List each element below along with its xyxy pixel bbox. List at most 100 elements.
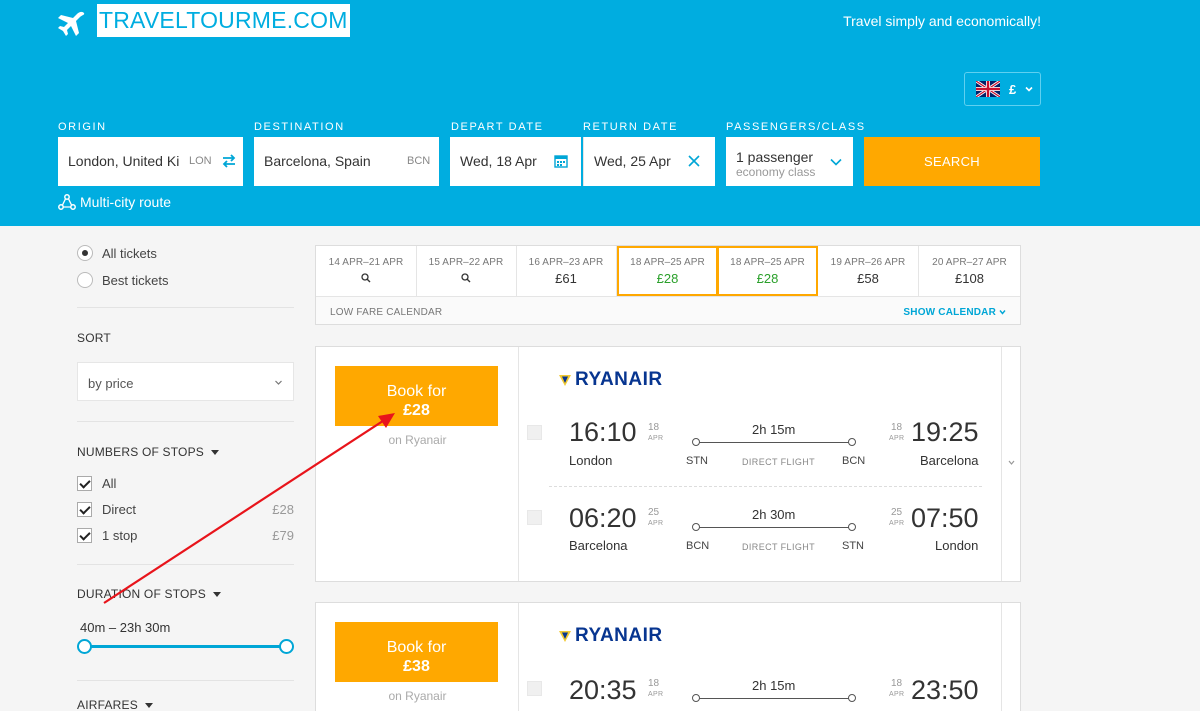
segment-checkbox[interactable] [527, 510, 542, 525]
stops-heading[interactable]: NUMBERS OF STOPS [77, 445, 219, 459]
segment-divider [549, 486, 982, 487]
stops-option-all[interactable]: All [77, 476, 294, 491]
calendar-dates: 14 APR–21 APR [328, 257, 404, 268]
arrival-day: 18 [891, 678, 903, 689]
currency-label: £ [1009, 81, 1017, 97]
calendar-cell-selected[interactable]: 18 APR–25 APR £28 [617, 246, 718, 296]
flight-duration: 2h 15m [752, 422, 796, 437]
calendar-cell[interactable]: 20 APR–27 APR £108 [919, 246, 1020, 296]
airline-logo: RYANAIR [558, 369, 663, 390]
chevron-down-icon [999, 310, 1006, 315]
book-button[interactable]: Book for £28 [335, 366, 498, 426]
arrival-day: 25 [891, 507, 903, 518]
chevron-down-icon [275, 380, 282, 385]
multi-city-label: Multi-city route [80, 194, 172, 210]
expand-details-strip[interactable] [1001, 603, 1020, 711]
segment-checkbox[interactable] [527, 681, 542, 696]
depart-date-field[interactable]: Wed, 18 Apr [450, 137, 581, 186]
airfares-heading[interactable]: AIRFARES [77, 698, 153, 711]
caret-down-icon [211, 449, 219, 455]
origin-field[interactable]: London, United Ki LON [58, 137, 243, 186]
calendar-dates: 20 APR–27 APR [932, 257, 1007, 268]
duration-heading[interactable]: DURATION OF STOPS [77, 587, 221, 601]
departure-month: APR [648, 691, 664, 698]
passengers-field[interactable]: 1 passenger economy class [726, 137, 853, 186]
flight-path-line [697, 698, 855, 699]
calendar-cell[interactable]: 14 APR–21 APR [316, 246, 417, 296]
stops-heading-text: NUMBERS OF STOPS [77, 445, 204, 459]
book-button[interactable]: Book for £38 [335, 622, 498, 682]
ryanair-harp-icon [559, 375, 571, 386]
flight-path-end-dot [848, 523, 856, 531]
filter-all-tickets[interactable]: All tickets [77, 245, 157, 261]
checkbox[interactable] [77, 528, 92, 543]
segment-checkbox[interactable] [527, 425, 542, 440]
book-label: Book for [386, 638, 447, 656]
filter-label: All tickets [102, 245, 157, 261]
duration-slider-max-handle[interactable] [279, 639, 294, 654]
departure-airport-code: BCN [686, 540, 710, 552]
search-button[interactable]: SEARCH [864, 137, 1040, 186]
calendar-footer: LOW FARE CALENDAR SHOW CALENDAR [316, 296, 1020, 324]
stops-option-label: Direct [102, 502, 136, 517]
return-date-field[interactable]: Wed, 25 Apr [583, 137, 715, 186]
calendar-cell[interactable]: 15 APR–22 APR [416, 246, 517, 296]
departure-day: 25 [648, 507, 660, 518]
divider [77, 307, 294, 308]
book-price: £28 [403, 401, 430, 419]
arrival-city: Barcelona [920, 453, 979, 468]
stops-option-direct[interactable]: Direct £28 [77, 502, 294, 517]
destination-field[interactable]: Barcelona, Spain BCN [254, 137, 439, 186]
filter-best-tickets[interactable]: Best tickets [77, 272, 168, 288]
arrival-airport-code: STN [842, 540, 864, 552]
site-logo[interactable]: TRAVELTOURME.COM [97, 4, 350, 37]
airfares-heading-text: AIRFARES [77, 698, 138, 711]
multi-city-link[interactable]: Multi-city route [58, 194, 171, 210]
departure-time: 20:35 [569, 675, 637, 705]
close-icon[interactable] [687, 154, 701, 168]
airline-name: RYANAIR [575, 369, 663, 390]
search-icon [361, 273, 371, 283]
arrival-city: London [935, 538, 979, 553]
flight-type: DIRECT FLIGHT [742, 457, 816, 467]
flight-path-start-dot [692, 694, 700, 702]
result-price-panel: Book for £38 on Ryanair [316, 603, 519, 711]
stops-option-label: 1 stop [102, 528, 138, 543]
sort-heading: SORT [77, 331, 111, 345]
radio-button[interactable] [77, 272, 93, 288]
expand-details-strip[interactable] [1001, 347, 1020, 581]
radio-button[interactable] [77, 245, 93, 261]
sort-heading-text: SORT [77, 331, 111, 345]
airline-name: RYANAIR [575, 625, 663, 646]
swap-icon[interactable] [220, 152, 238, 170]
checkbox[interactable] [77, 502, 92, 517]
stops-option-1-stop[interactable]: 1 stop £79 [77, 528, 294, 543]
checkbox[interactable] [77, 476, 92, 491]
destination-code: BCN [407, 155, 431, 167]
arrival-month: APR [889, 691, 905, 698]
calendar-cell[interactable]: 19 APR–26 APR £58 [818, 246, 919, 296]
flight-path-end-dot [848, 694, 856, 702]
calendar-price: £108 [955, 271, 984, 286]
divider [77, 680, 294, 681]
show-calendar-link[interactable]: SHOW CALENDAR [903, 307, 1006, 318]
flight-duration: 2h 30m [752, 507, 796, 522]
departure-airport-code: STN [686, 455, 708, 467]
arrival-month: APR [889, 520, 905, 527]
origin-code: LON [189, 155, 212, 167]
sort-select[interactable]: by price [77, 362, 294, 401]
departure-city: London [569, 453, 613, 468]
low-fare-calendar: 14 APR–21 APR 15 APR–22 APR 16 APR–23 AP… [315, 245, 1021, 325]
duration-slider-track[interactable] [84, 645, 287, 648]
calendar-cell-selected[interactable]: 18 APR–25 APR £28 [717, 246, 818, 296]
language-currency-button[interactable]: £ [964, 72, 1041, 106]
return-date-value: Wed, 25 Apr [594, 153, 671, 169]
departure-month: APR [648, 435, 664, 442]
arrival-airport-code: BCN [842, 455, 866, 467]
destination-value: Barcelona, Spain [264, 153, 371, 169]
calendar-cell[interactable]: 16 APR–23 APR £61 [516, 246, 617, 296]
result-card: Book for £38 on Ryanair RYANAIR 20:35 18… [315, 602, 1021, 711]
class-value: economy class [736, 165, 816, 179]
duration-slider-min-handle[interactable] [77, 639, 92, 654]
airplane-icon [58, 11, 85, 36]
